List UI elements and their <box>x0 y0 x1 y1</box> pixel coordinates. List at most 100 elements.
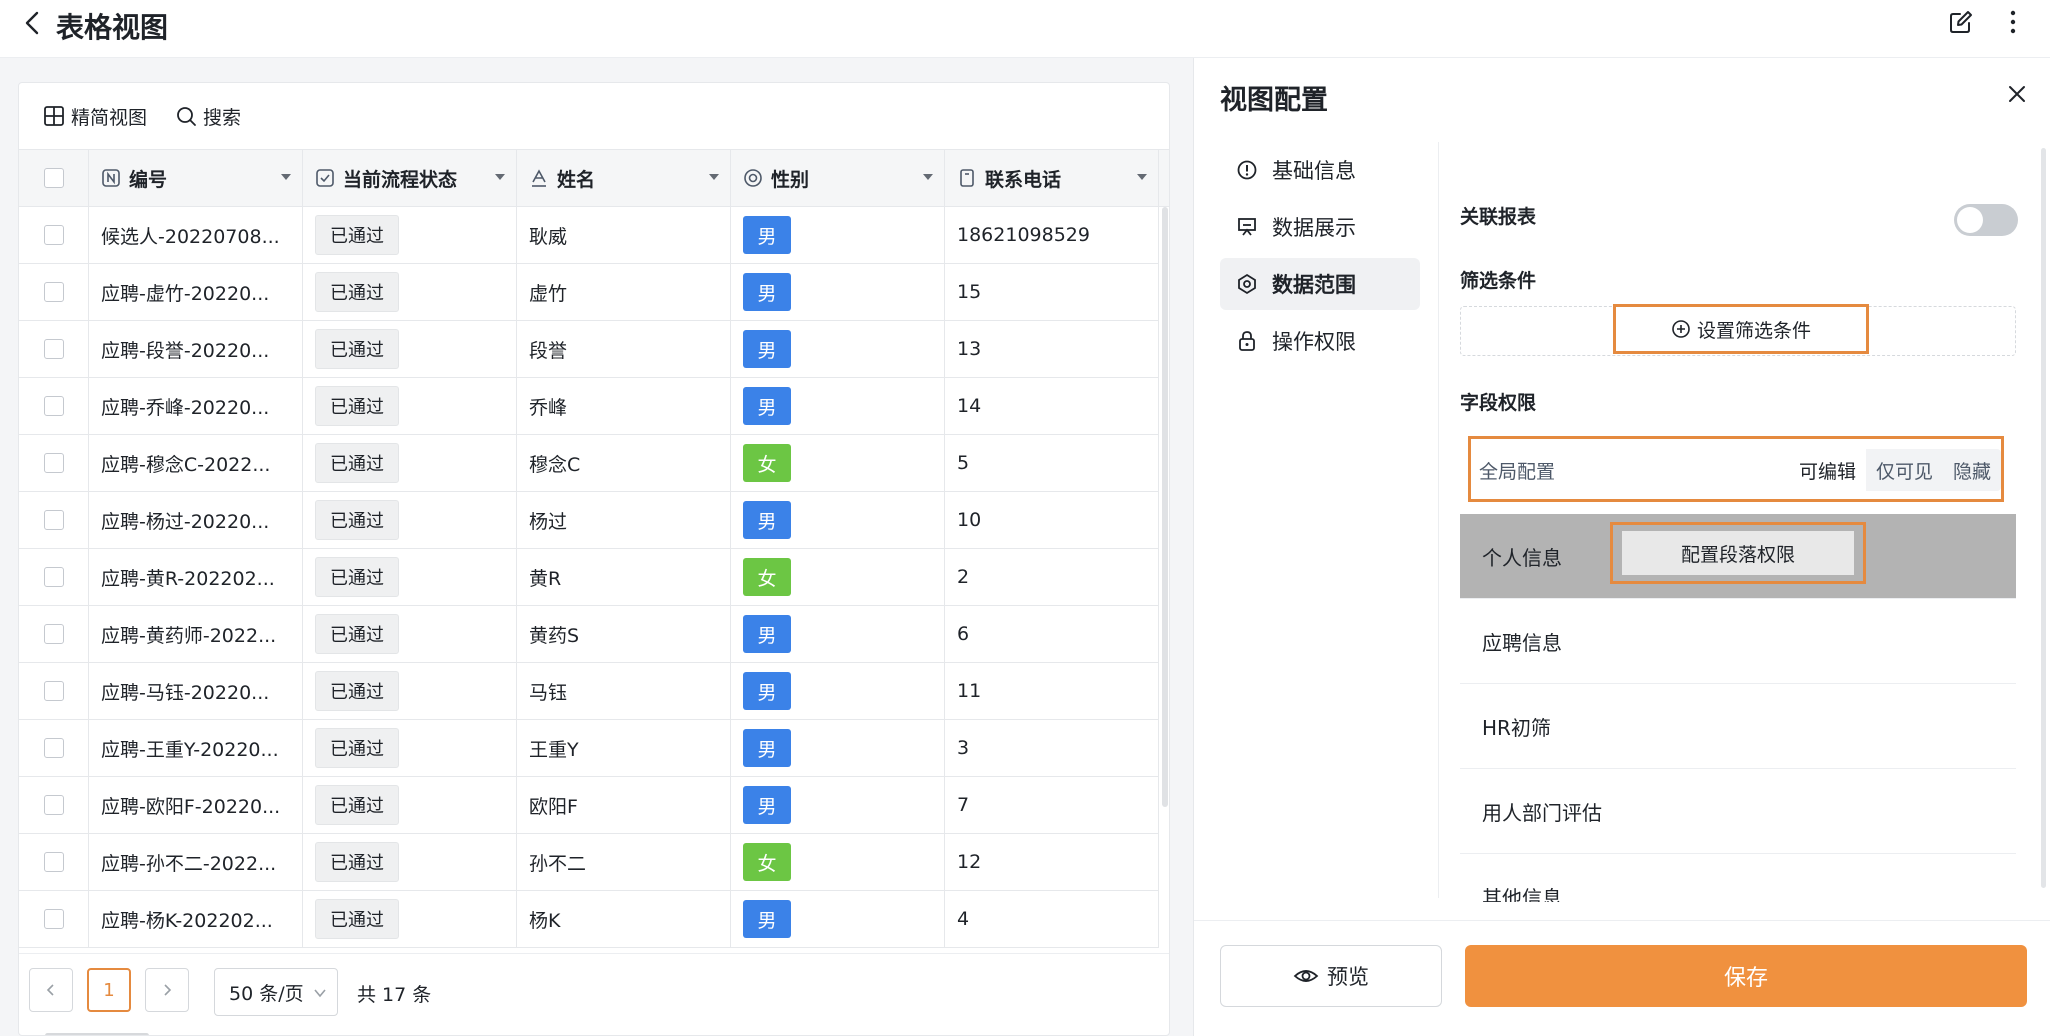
table-toolbar: 精简视图 搜索 <box>19 83 1169 149</box>
gender-badge: 男 <box>743 615 791 653</box>
page-1-button[interactable]: 1 <box>87 968 131 1012</box>
caret-down-icon[interactable] <box>494 172 506 182</box>
cell-status: 已通过 <box>303 207 517 263</box>
config-nav: 基础信息 数据展示 数据范围 操作权限 <box>1220 144 1420 372</box>
perm-option-editable[interactable]: 可编辑 <box>1789 449 1866 491</box>
status-badge: 已通过 <box>315 671 399 711</box>
edit-icon[interactable] <box>1948 9 1974 35</box>
prev-page-button[interactable] <box>29 968 73 1012</box>
column-header-status[interactable]: 当前流程状态 <box>303 150 517 206</box>
linked-report-toggle[interactable] <box>1954 204 2018 236</box>
grid-icon <box>44 106 64 126</box>
row-checkbox[interactable] <box>43 510 64 530</box>
table-row[interactable]: 应聘-马钰-20220... 已通过 马钰男 11 <box>19 663 1159 720</box>
cell-name: 孙不二 <box>517 834 731 890</box>
table-row[interactable]: 应聘-孙不二-2022... 已通过 孙不二女 12 <box>19 834 1159 891</box>
cell-id: 应聘-段誉-20220... <box>89 321 303 377</box>
cell-gender: 男 <box>731 720 945 776</box>
pagination: 1 50 条/页 共 17 条 <box>19 953 1169 1031</box>
close-icon[interactable] <box>2005 82 2029 106</box>
row-checkbox[interactable] <box>43 567 64 587</box>
gender-badge: 男 <box>743 330 791 368</box>
table-row[interactable]: 应聘-王重Y-20220... 已通过 王重Y 男 3 <box>19 720 1159 777</box>
row-checkbox[interactable] <box>43 852 64 872</box>
section-row-hr-screening[interactable]: HR初筛 <box>1460 684 2016 769</box>
row-checkbox[interactable] <box>43 282 64 302</box>
perm-option-hidden[interactable]: 隐藏 <box>1943 449 2001 491</box>
page-size-value: 50 条/页 <box>229 982 304 1005</box>
column-header-gender[interactable]: 性别 <box>731 150 945 206</box>
row-checkbox[interactable] <box>43 339 64 359</box>
cell-name: 欧阳F <box>517 777 731 833</box>
back-arrow-icon[interactable] <box>20 10 46 36</box>
more-vertical-icon[interactable] <box>2000 9 2026 35</box>
column-header-phone[interactable]: 联系电话 <box>945 150 1159 206</box>
linked-report-label: 关联报表 <box>1460 206 1537 228</box>
gender-badge: 女 <box>743 843 791 881</box>
search-button[interactable]: 搜索 <box>175 96 241 136</box>
configure-section-permission-button[interactable]: 配置段落权限 <box>1610 522 1866 584</box>
table-row[interactable]: 应聘-虚竹-20220... 已通过 虚竹男 15 <box>19 264 1159 321</box>
cell-select <box>19 321 89 377</box>
cell-status: 已通过 <box>303 321 517 377</box>
table-row[interactable]: 应聘-欧阳F-20220... 已通过 欧阳F 男 7 <box>19 777 1159 834</box>
save-button[interactable]: 保存 <box>1465 945 2027 1007</box>
caret-down-icon[interactable] <box>280 172 292 182</box>
cell-status: 已通过 <box>303 663 517 719</box>
total-count: 共 17 条 <box>357 984 432 1006</box>
cell-phone: 7 <box>945 777 1159 833</box>
caret-down-icon[interactable] <box>1136 172 1148 182</box>
cell-select <box>19 777 89 833</box>
row-checkbox[interactable] <box>43 453 64 473</box>
column-header-id[interactable]: 编号 <box>89 150 303 206</box>
info-icon <box>1237 160 1257 180</box>
column-header-name[interactable]: 姓名 <box>517 150 731 206</box>
nav-item-data-display[interactable]: 数据展示 <box>1220 201 1420 253</box>
cell-select <box>19 378 89 434</box>
nav-item-basic-info[interactable]: 基础信息 <box>1220 144 1420 196</box>
section-row-other-info[interactable]: 其他信息 <box>1460 854 2016 903</box>
row-checkbox[interactable] <box>43 795 64 815</box>
select-all-cell <box>19 150 89 206</box>
simple-view-button[interactable]: 精简视图 <box>43 96 147 136</box>
config-scrollbar[interactable] <box>2041 148 2046 888</box>
table-row[interactable]: 应聘-乔峰-20220... 已通过 乔峰男 14 <box>19 378 1159 435</box>
table-row[interactable]: 应聘-杨过-20220... 已通过 杨过男 10 <box>19 492 1159 549</box>
nav-item-data-range[interactable]: 数据范围 <box>1220 258 1420 310</box>
cell-phone: 5 <box>945 435 1159 491</box>
row-checkbox[interactable] <box>43 624 64 644</box>
row-checkbox[interactable] <box>43 738 64 758</box>
cell-id: 应聘-孙不二-2022... <box>89 834 303 890</box>
section-row-application-info[interactable]: 应聘信息 <box>1460 599 2016 684</box>
cell-status: 已通过 <box>303 492 517 548</box>
section-row-dept-evaluation[interactable]: 用人部门评估 <box>1460 769 2016 854</box>
set-filter-button[interactable]: 设置筛选条件 <box>1613 304 1869 354</box>
table-area: 精简视图 搜索 编号 当前流程状态 姓名 性别 联系电话 候选人-2022070… <box>0 58 1193 1036</box>
row-checkbox[interactable] <box>43 909 64 929</box>
row-checkbox[interactable] <box>43 396 64 416</box>
table-row[interactable]: 应聘-黄R-202202... 已通过 黄R 女 2 <box>19 549 1159 606</box>
table-row[interactable]: 应聘-黄药师-2022... 已通过 黄药S 男 6 <box>19 606 1159 663</box>
cell-status: 已通过 <box>303 378 517 434</box>
table-row[interactable]: 应聘-段誉-20220... 已通过 段誉男 13 <box>19 321 1159 378</box>
vertical-scrollbar[interactable] <box>1162 207 1168 807</box>
caret-down-icon[interactable] <box>922 172 934 182</box>
table-row[interactable]: 候选人-20220708... 已通过 耿威男 18621098529 <box>19 207 1159 264</box>
row-checkbox[interactable] <box>43 681 64 701</box>
perm-option-view-only[interactable]: 仅可见 <box>1866 449 1943 491</box>
page-size-select[interactable]: 50 条/页 <box>214 968 338 1016</box>
caret-down-icon[interactable] <box>708 172 720 182</box>
row-checkbox[interactable] <box>43 225 64 245</box>
cell-phone: 13 <box>945 321 1159 377</box>
panel-footer: 预览 保存 <box>1194 920 2050 1036</box>
cell-gender: 男 <box>731 207 945 263</box>
cell-select <box>19 492 89 548</box>
next-page-button[interactable] <box>145 968 189 1012</box>
section-row-personal-info[interactable]: 个人信息 配置段落权限 <box>1460 514 2016 599</box>
table-row[interactable]: 应聘-穆念C-2022... 已通过 穆念C 女 5 <box>19 435 1159 492</box>
cell-phone: 14 <box>945 378 1159 434</box>
select-all-checkbox[interactable] <box>43 168 64 188</box>
table-row[interactable]: 应聘-杨K-202202... 已通过 杨K 男 4 <box>19 891 1159 948</box>
nav-item-permissions[interactable]: 操作权限 <box>1220 315 1420 367</box>
preview-button[interactable]: 预览 <box>1220 945 1442 1007</box>
